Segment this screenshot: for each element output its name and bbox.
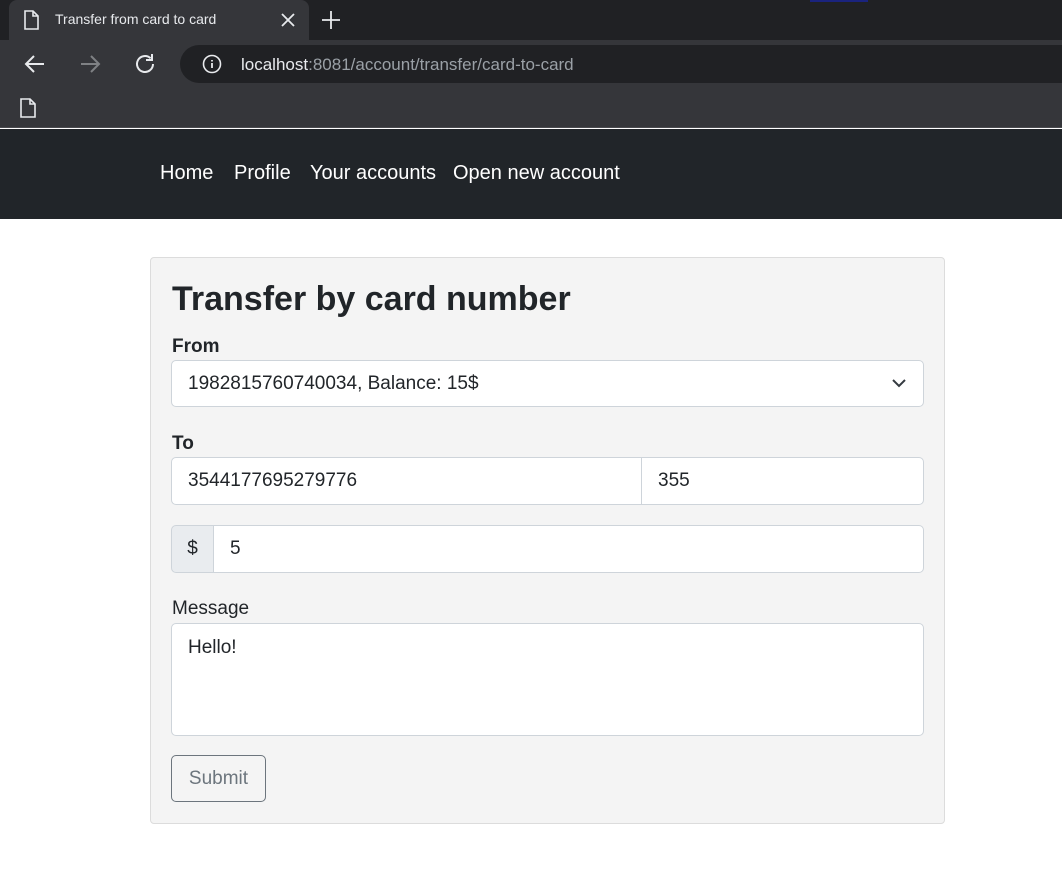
nav-profile[interactable]: Profile	[234, 162, 291, 185]
url-path: :8081/account/transfer/card-to-card	[308, 55, 574, 74]
message-label: Message	[172, 598, 250, 619]
bookmark-page-icon[interactable]	[18, 97, 38, 124]
browser-tab[interactable]: Transfer from card to card	[9, 0, 309, 40]
from-label: From	[172, 336, 220, 357]
forward-arrow-icon[interactable]	[77, 51, 103, 77]
tabstrip-accent	[810, 0, 868, 2]
chevron-down-icon	[891, 375, 907, 397]
close-icon[interactable]	[279, 11, 297, 29]
to-cvv-input[interactable]: 355	[641, 457, 924, 505]
bookmarks-bar	[0, 88, 1062, 128]
to-label: To	[172, 433, 194, 454]
info-icon[interactable]	[202, 54, 222, 79]
currency-addon: $	[171, 525, 214, 573]
to-card-number-input[interactable]: 3544177695279776	[171, 457, 642, 505]
amount-value: 5	[230, 538, 241, 559]
page-icon	[23, 10, 39, 35]
back-arrow-icon[interactable]	[22, 51, 48, 77]
nav-home[interactable]: Home	[160, 162, 213, 185]
site-navbar: Home Profile Your accounts Open new acco…	[0, 129, 1062, 219]
from-account-value: 1982815760740034, Balance: 15$	[188, 372, 479, 394]
browser-tabstrip: Transfer from card to card	[0, 0, 1062, 40]
reload-icon[interactable]	[132, 51, 158, 77]
nav-open-new-account[interactable]: Open new account	[453, 162, 620, 185]
to-cvv-value: 355	[658, 470, 690, 491]
url-host: localhost	[241, 55, 309, 74]
submit-button[interactable]: Submit	[171, 755, 266, 802]
to-card-number-value: 3544177695279776	[188, 470, 358, 491]
tab-title: Transfer from card to card	[55, 11, 217, 27]
url-text: localhost:8081/account/transfer/card-to-…	[241, 55, 574, 75]
message-value: Hello!	[188, 637, 237, 658]
message-textarea[interactable]: Hello!	[171, 623, 924, 736]
address-bar[interactable]: localhost:8081/account/transfer/card-to-…	[180, 45, 1062, 83]
amount-input[interactable]: 5	[213, 525, 924, 573]
new-tab-icon[interactable]	[320, 9, 342, 31]
browser-toolbar: localhost:8081/account/transfer/card-to-…	[0, 40, 1062, 88]
nav-your-accounts[interactable]: Your accounts	[310, 162, 436, 185]
transfer-form-card: Transfer by card number From 19828157607…	[150, 257, 945, 824]
from-account-select[interactable]: 1982815760740034, Balance: 15$	[171, 360, 924, 407]
page-title: Transfer by card number	[172, 280, 571, 318]
